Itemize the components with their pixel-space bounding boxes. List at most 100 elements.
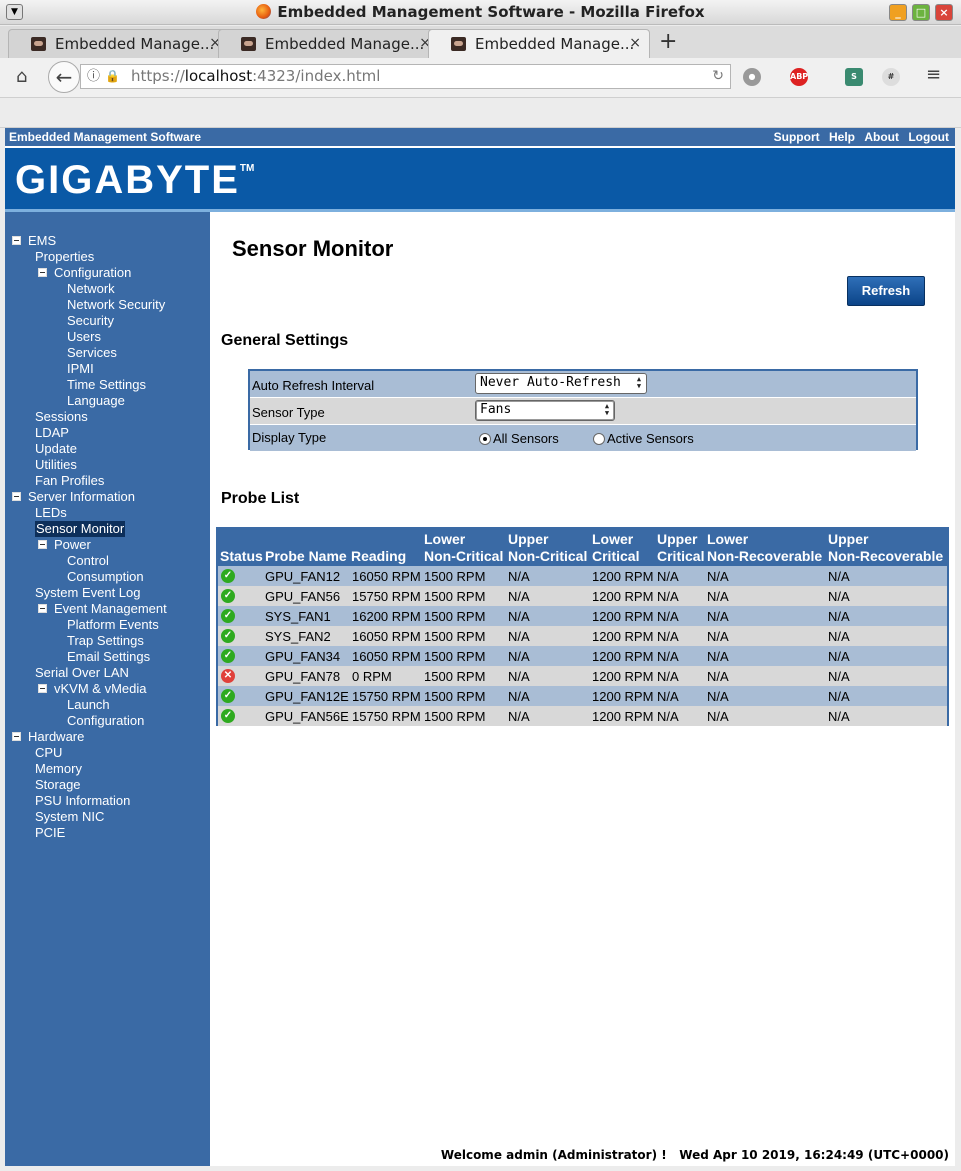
reload-icon[interactable]: ↻ xyxy=(712,65,724,88)
sidebar-item-serial-over-lan[interactable]: Serial Over LAN xyxy=(35,665,129,681)
status-ok-icon: ✓ xyxy=(221,569,235,583)
sidebar-item-fan-profiles[interactable]: Fan Profiles xyxy=(35,473,104,489)
tree-collapse-icon[interactable] xyxy=(12,492,21,501)
cell-reading: 15750 RPM xyxy=(352,689,421,704)
sidebar-item-network[interactable]: Network xyxy=(67,281,115,297)
sidebar-item-pcie[interactable]: PCIE xyxy=(35,825,65,841)
sidebar-item-properties[interactable]: Properties xyxy=(35,249,94,265)
sidebar-item-utilities[interactable]: Utilities xyxy=(35,457,77,473)
sidebar-item-services[interactable]: Services xyxy=(67,345,117,361)
sidebar-item-network-security[interactable]: Network Security xyxy=(67,297,165,313)
sidebar-item-launch[interactable]: Launch xyxy=(67,697,110,713)
sidebar-item-power[interactable]: Power xyxy=(54,537,91,553)
page-title: Sensor Monitor xyxy=(232,236,394,261)
tree-collapse-icon[interactable] xyxy=(38,268,47,277)
sidebar-item-ems[interactable]: EMS xyxy=(28,233,56,249)
new-tab-button[interactable]: + xyxy=(659,29,677,54)
active-sensors-radio[interactable]: Active Sensors xyxy=(593,431,694,446)
probe-list-heading: Probe List xyxy=(221,490,300,507)
column-header-line1: Lower xyxy=(707,531,749,547)
sidebar-item-system-nic[interactable]: System NIC xyxy=(35,809,104,825)
sidebar-item-vkvm-vmedia[interactable]: vKVM & vMedia xyxy=(54,681,146,697)
browser-tab-2[interactable]: Embedded Manage... × xyxy=(218,29,440,58)
table-row: ✓ SYS_FAN2 16050 RPM 1500 RPM N/A 1200 RPM N/A… xyxy=(218,626,947,646)
home-icon[interactable]: ⌂ xyxy=(16,66,27,87)
radio-unselected-icon xyxy=(593,433,605,445)
support-link[interactable]: Support xyxy=(774,130,820,144)
maximize-button[interactable]: □ xyxy=(912,4,930,21)
sensor-type-row: Sensor Type Fans ▲ ▼ xyxy=(250,398,916,424)
sidebar-item-sensor-monitor[interactable]: Sensor Monitor xyxy=(35,521,126,537)
sidebar-item-memory[interactable]: Memory xyxy=(35,761,82,777)
browser-tab-3-active[interactable]: Embedded Manage... × xyxy=(428,29,650,58)
sidebar-item-psu-information[interactable]: PSU Information xyxy=(35,793,130,809)
cell-uc: N/A xyxy=(657,689,679,704)
cell-lnr: N/A xyxy=(707,649,729,664)
sidebar-item-trap-settings[interactable]: Trap Settings xyxy=(67,633,144,649)
sidebar-item-language[interactable]: Language xyxy=(67,393,125,409)
sidebar-item-platform-events[interactable]: Platform Events xyxy=(67,617,159,633)
sidebar-item-configuration[interactable]: Configuration xyxy=(67,713,144,729)
sidebar-item-configuration[interactable]: Configuration xyxy=(54,265,131,281)
addon-s-icon[interactable]: S xyxy=(845,68,863,86)
help-link[interactable]: Help xyxy=(829,130,855,144)
sidebar-item-event-management[interactable]: Event Management xyxy=(54,601,167,617)
tree-collapse-icon[interactable] xyxy=(38,684,47,693)
sidebar-item-consumption[interactable]: Consumption xyxy=(67,569,144,585)
sensor-type-select[interactable]: Fans ▲ ▼ xyxy=(475,400,615,421)
lock-warning-icon[interactable]: 🔒 xyxy=(105,65,120,88)
web-page: Embedded Management Software Support Hel… xyxy=(5,128,955,1166)
sidebar-item-users[interactable]: Users xyxy=(67,329,101,345)
trademark: TM xyxy=(239,163,255,174)
tree-collapse-icon[interactable] xyxy=(38,540,47,549)
sidebar-item-server-information[interactable]: Server Information xyxy=(28,489,135,505)
sidebar-item-email-settings[interactable]: Email Settings xyxy=(67,649,150,665)
sidebar-item-update[interactable]: Update xyxy=(35,441,77,457)
sidebar-item-time-settings[interactable]: Time Settings xyxy=(67,377,146,393)
all-sensors-radio[interactable]: All Sensors xyxy=(479,431,559,446)
close-window-button[interactable]: × xyxy=(935,4,953,21)
sidebar-item-sessions[interactable]: Sessions xyxy=(35,409,88,425)
column-header: Lower Critical xyxy=(592,531,639,565)
back-button[interactable]: ← xyxy=(48,61,80,93)
browser-tab-1[interactable]: Embedded Manage... × xyxy=(8,29,230,58)
minimize-button[interactable]: _ xyxy=(889,4,907,21)
sidebar-item-security[interactable]: Security xyxy=(67,313,114,329)
sidebar-item-cpu[interactable]: CPU xyxy=(35,745,62,761)
about-link[interactable]: About xyxy=(864,130,899,144)
tree-collapse-icon[interactable] xyxy=(38,604,47,613)
sidebar-item-hardware[interactable]: Hardware xyxy=(28,729,84,745)
column-header-line2: Critical xyxy=(592,548,640,564)
cell-lc: 1200 RPM xyxy=(592,609,654,624)
adblock-icon[interactable]: ABP xyxy=(790,68,808,86)
tree-collapse-icon[interactable] xyxy=(12,732,21,741)
column-header: Upper Non-Recoverable xyxy=(828,531,943,565)
column-header-line1: Lower xyxy=(424,531,466,547)
auto-refresh-label: Auto Refresh Interval xyxy=(252,378,375,393)
addon-globe-icon[interactable]: ● xyxy=(743,68,761,86)
sidebar-item-storage[interactable]: Storage xyxy=(35,777,81,793)
sidebar-item-control[interactable]: Control xyxy=(67,553,109,569)
tree-collapse-icon[interactable] xyxy=(12,236,21,245)
hamburger-menu-icon[interactable]: ≡ xyxy=(926,64,941,85)
site-info-icon[interactable]: ⓘ xyxy=(87,65,100,88)
cell-uc: N/A xyxy=(657,569,679,584)
sidebar-item-leds[interactable]: LEDs xyxy=(35,505,67,521)
sensor-type-label: Sensor Type xyxy=(252,405,325,420)
sidebar-item-ldap[interactable]: LDAP xyxy=(35,425,69,441)
display-type-row: Display Type All Sensors Active Sensors xyxy=(250,425,916,451)
sidebar-item-ipmi[interactable]: IPMI xyxy=(67,361,94,377)
cell-lnr: N/A xyxy=(707,589,729,604)
url-bar[interactable]: ⓘ 🔒 https://localhost:4323/index.html ↻ xyxy=(80,64,731,89)
column-header-line2: Non-Recoverable xyxy=(828,548,944,564)
column-header-line1: Upper xyxy=(828,531,869,547)
cell-lnr: N/A xyxy=(707,709,729,724)
addon-grid-icon[interactable]: # xyxy=(882,68,900,86)
cell-name: GPU_FAN12E xyxy=(265,689,349,704)
refresh-button[interactable]: Refresh xyxy=(847,276,925,306)
logout-link[interactable]: Logout xyxy=(908,130,949,144)
tab-close-icon[interactable]: × xyxy=(629,35,641,51)
sidebar-item-system-event-log[interactable]: System Event Log xyxy=(35,585,141,601)
auto-refresh-select[interactable]: Never Auto-Refresh ▲ ▼ xyxy=(475,373,647,394)
cell-lc: 1200 RPM xyxy=(592,629,654,644)
